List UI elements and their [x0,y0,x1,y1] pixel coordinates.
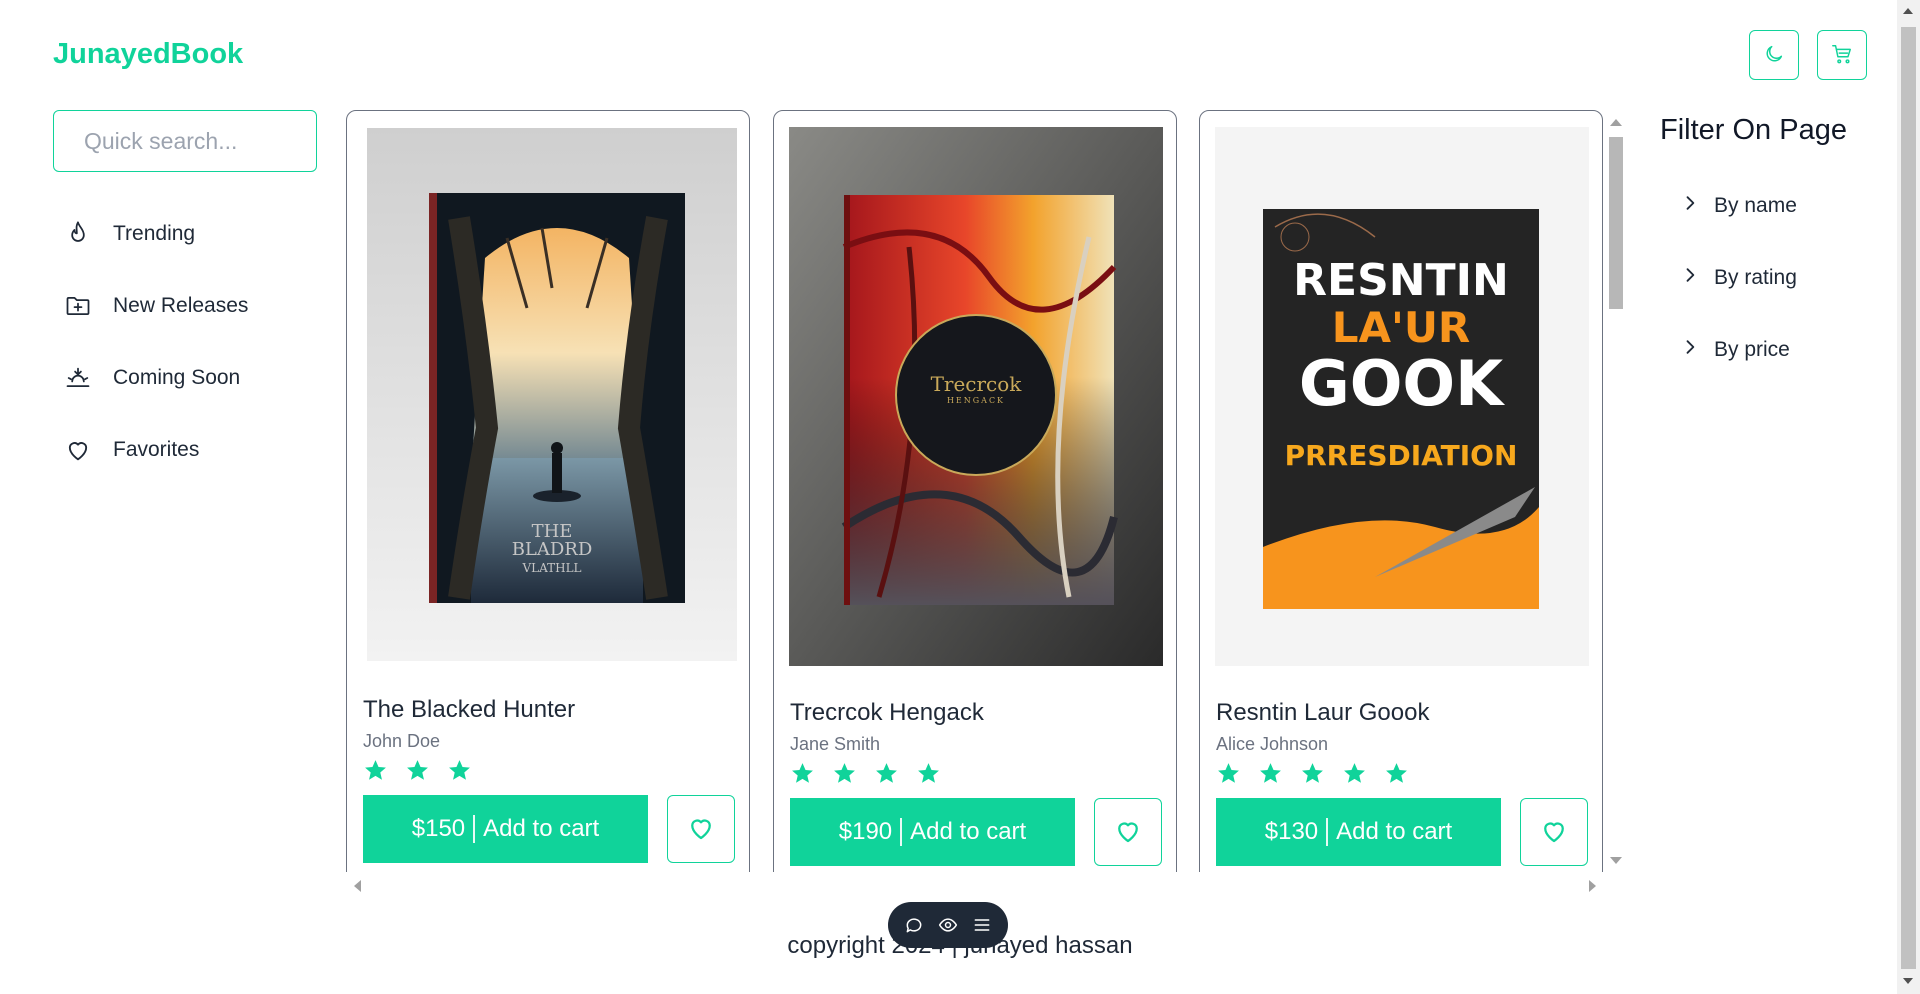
favorite-button[interactable] [667,795,735,863]
theme-toggle-button[interactable] [1749,30,1799,80]
chevron-right-icon [1680,337,1714,363]
scroll-right-arrow[interactable] [1589,880,1596,892]
sidebar-nav: Trending New Releases Coming Soon Favori… [64,198,314,486]
folder-plus-icon [64,292,92,320]
star-icon [1258,761,1283,791]
book-card: THE BLADRD VLATHLL The Blacked Hunter Jo… [346,110,750,872]
scrollbar-thumb[interactable] [1609,137,1623,309]
cart-button[interactable] [1817,30,1867,80]
star-rating [1216,761,1409,791]
star-icon [363,758,388,788]
sidebar-item-coming-soon[interactable]: Coming Soon [64,342,314,414]
sidebar-item-label: Trending [113,222,196,245]
filter-list: By name By rating By price [1680,170,1797,386]
filter-by-rating[interactable]: By rating [1680,242,1797,314]
add-to-cart-button[interactable]: $130 Add to cart [1216,798,1501,866]
star-icon [790,761,815,791]
book-cover-image: THE BLADRD VLATHLL [367,128,737,661]
eye-icon[interactable] [938,915,958,935]
list-vertical-scrollbar[interactable] [1606,115,1626,870]
filter-panel-title: Filter On Page [1660,114,1847,146]
book-cover-image: Trecrcok HENGACK [789,127,1163,666]
scroll-up-arrow[interactable] [1903,8,1913,14]
scroll-down-arrow[interactable] [1610,857,1622,864]
book-cover-text: THE BLADRD VLATHLL [511,521,593,576]
page-scrollbar[interactable] [1897,0,1920,994]
menu-icon[interactable] [972,915,992,935]
star-icon [874,761,899,791]
star-icon [405,758,430,788]
heart-icon [64,436,92,464]
book-card: RESNTIN LA'UR GOOK PRRESDIATION Resntin … [1199,110,1603,872]
chevron-right-icon [1680,265,1714,291]
star-rating [790,761,941,791]
divider [473,815,476,843]
sidebar-item-new-releases[interactable]: New Releases [64,270,314,342]
add-to-cart-button[interactable]: $190 Add to cart [790,798,1075,866]
brand-logo[interactable]: JunayedBook [53,38,243,71]
book-title[interactable]: Trecrcok Hengack [790,699,984,727]
sunrise-icon [64,364,92,392]
book-author: Alice Johnson [1216,734,1329,754]
book-author: Jane Smith [790,734,881,754]
star-icon [447,758,472,788]
flame-icon [64,220,92,248]
chevron-right-icon [1680,193,1714,219]
star-icon [832,761,857,791]
divider [900,818,903,846]
divider [1326,818,1329,846]
price-label: $150 [411,815,466,842]
add-to-cart-label: Add to cart [483,815,600,842]
list-horizontal-scrollbar[interactable] [346,876,1603,896]
sidebar-item-label: Favorites [113,438,200,461]
sidebar-item-label: New Releases [113,294,249,317]
book-title[interactable]: The Blacked Hunter [363,696,575,724]
floating-toolbar [888,902,1008,948]
cart-icon [1831,43,1853,68]
star-icon [916,761,941,791]
star-rating [363,758,472,788]
favorite-button[interactable] [1520,798,1588,866]
filter-label: By rating [1714,266,1797,289]
book-author: John Doe [363,731,441,751]
filter-label: By name [1714,194,1797,217]
price-label: $190 [838,818,893,845]
star-icon [1216,761,1241,791]
book-list: THE BLADRD VLATHLL The Blacked Hunter Jo… [346,110,1603,872]
add-to-cart-button[interactable]: $150 Add to cart [363,795,648,863]
filter-by-price[interactable]: By price [1680,314,1797,386]
moon-icon [1763,43,1785,68]
search-input[interactable] [53,110,317,172]
book-cover-text: RESNTIN LA'UR GOOK PRRESDIATION [1284,255,1518,473]
book-title[interactable]: Resntin Laur Goook [1216,699,1429,727]
book-cover-text: Trecrcok HENGACK [930,372,1022,405]
price-label: $130 [1264,818,1319,845]
sidebar-item-favorites[interactable]: Favorites [64,414,314,486]
scroll-down-arrow[interactable] [1903,978,1913,984]
filter-label: By price [1714,338,1790,361]
star-icon [1342,761,1367,791]
heart-icon [1539,816,1569,849]
filter-by-name[interactable]: By name [1680,170,1797,242]
star-icon [1300,761,1325,791]
sidebar-item-label: Coming Soon [113,366,241,389]
heart-icon [686,813,716,846]
heart-icon [1113,816,1143,849]
add-to-cart-label: Add to cart [910,818,1027,845]
add-to-cart-label: Add to cart [1336,818,1453,845]
sidebar-item-trending[interactable]: Trending [64,198,314,270]
star-icon [1384,761,1409,791]
favorite-button[interactable] [1094,798,1162,866]
scroll-left-arrow[interactable] [354,880,361,892]
scrollbar-thumb[interactable] [1901,27,1916,969]
book-cover-image: RESNTIN LA'UR GOOK PRRESDIATION [1215,127,1589,666]
comment-icon[interactable] [904,915,924,935]
book-card: Trecrcok HENGACK Trecrcok Hengack Jane S… [773,110,1177,872]
scroll-up-arrow[interactable] [1610,119,1622,126]
